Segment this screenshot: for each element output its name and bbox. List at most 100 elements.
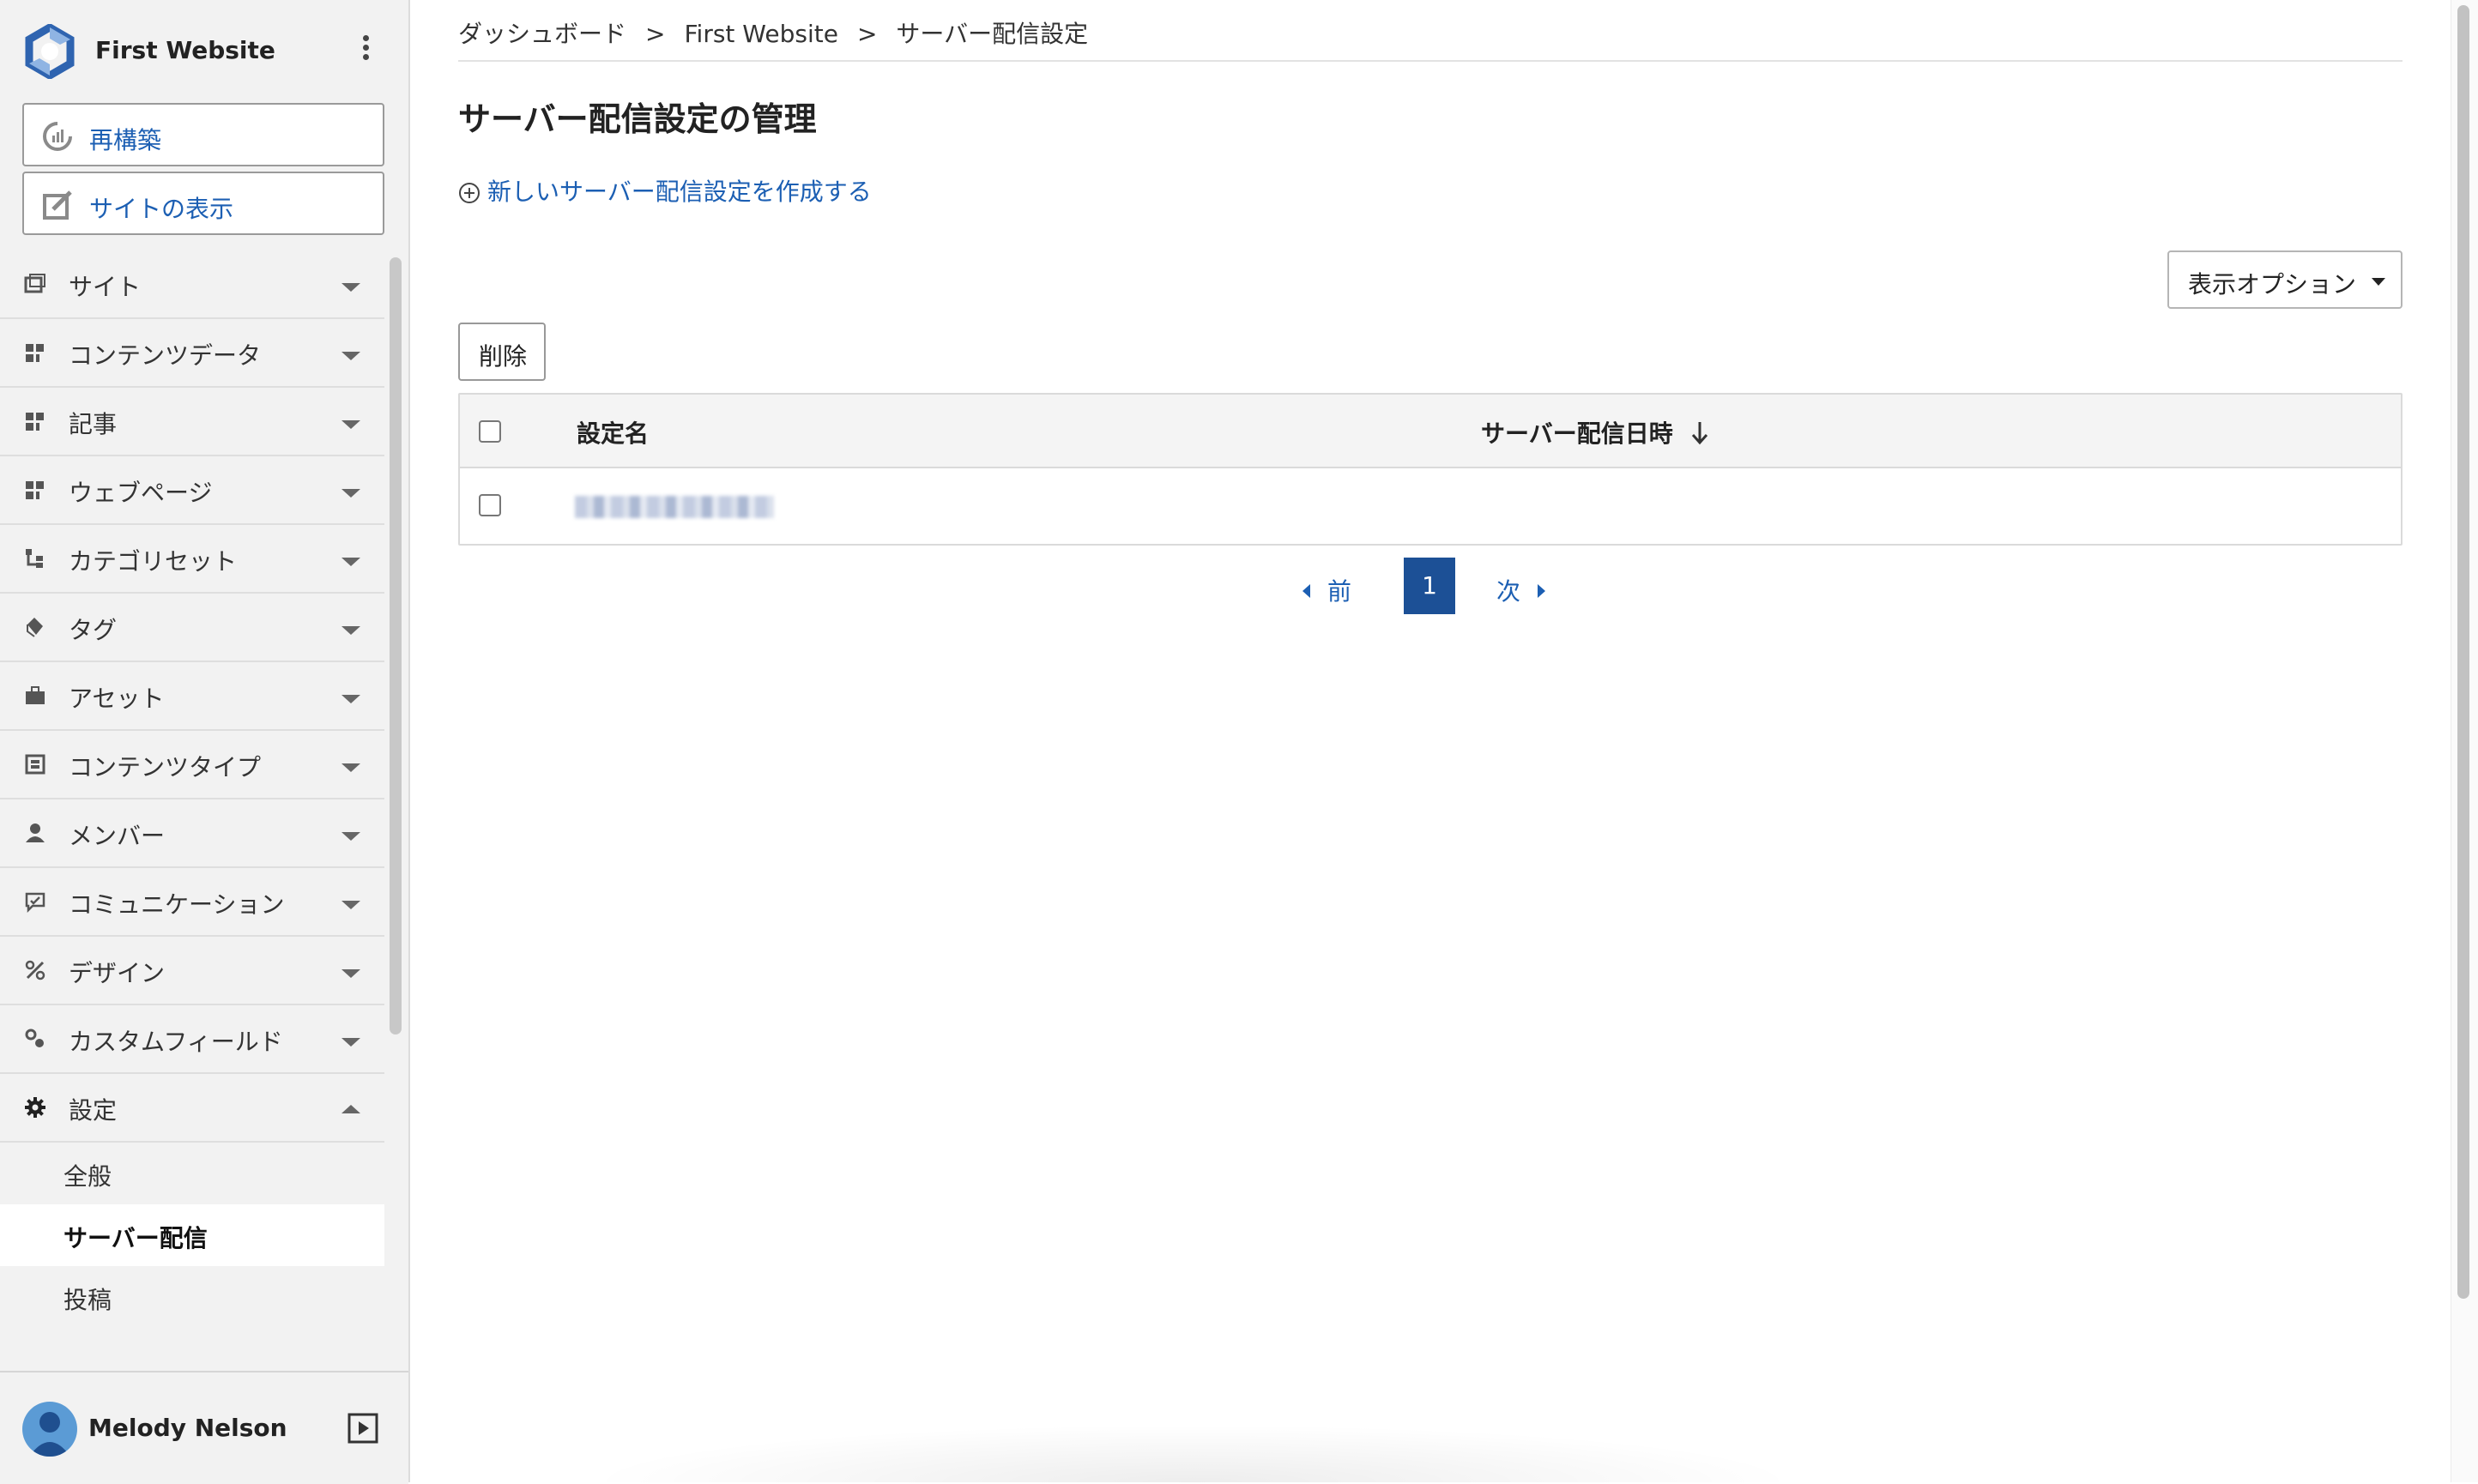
rebuild-label: 再構築	[89, 126, 162, 154]
breadcrumb-site[interactable]: First Website	[684, 20, 837, 48]
webpage-icon	[26, 481, 44, 499]
sidebar-item-label: カテゴリセット	[69, 547, 238, 576]
sidebar-item-category-sets[interactable]: カテゴリセット	[0, 525, 384, 594]
sidebar-item-settings[interactable]: 設定	[0, 1074, 384, 1143]
rebuild-button[interactable]: 再構築	[22, 103, 384, 166]
content-data-icon	[26, 344, 44, 362]
chevron-up-icon	[341, 1105, 360, 1113]
breadcrumb-dashboard[interactable]: ダッシュボード	[458, 15, 626, 50]
sidebar-scrollbar[interactable]	[390, 257, 402, 1035]
sidebar-item-entries[interactable]: 記事	[0, 388, 384, 456]
sidebar-item-label: コンテンツタイプ	[69, 753, 262, 781]
breadcrumb-separator: >	[645, 20, 666, 48]
entry-icon	[26, 413, 44, 431]
column-header-name[interactable]: 設定名	[577, 415, 649, 449]
submenu-item-label: 投稿	[63, 1286, 112, 1314]
sidebar-menu: サイト コンテンツデータ 記事 ウェブページ カテゴリセット タグ アセット コ…	[0, 250, 384, 1328]
chevron-left-icon	[1302, 584, 1310, 598]
arrow-down-icon[interactable]	[1689, 419, 1711, 446]
breadcrumb: ダッシュボード > First Website > サーバー配信設定	[458, 15, 1088, 48]
chevron-down-icon	[341, 626, 360, 635]
sidebar-item-label: コミュニケーション	[69, 890, 285, 919]
sidebar-item-label: デザイン	[69, 959, 166, 987]
footer-shadow	[583, 1424, 1802, 1482]
user-name[interactable]: Melody Nelson	[88, 1414, 287, 1442]
chevron-down-icon	[341, 558, 360, 566]
dropdown-caret-icon	[2372, 278, 2385, 286]
site-name[interactable]: First Website	[95, 36, 275, 64]
view-site-button[interactable]: サイトの表示	[22, 172, 384, 235]
page-title: サーバー配信設定の管理	[458, 100, 817, 138]
category-set-icon	[26, 549, 43, 568]
sidebar-item-custom-fields[interactable]: カスタムフィールド	[0, 1005, 384, 1074]
submenu-item-server-sync[interactable]: サーバー配信	[0, 1204, 384, 1266]
content-type-icon	[25, 754, 45, 775]
chevron-down-icon	[341, 352, 360, 360]
view-site-label: サイトの表示	[89, 195, 234, 223]
member-icon	[26, 823, 45, 842]
chevron-down-icon	[341, 695, 360, 703]
submenu-item-label: 全般	[63, 1162, 112, 1191]
redacted-setting-name-link[interactable]	[575, 496, 774, 518]
next-page-link[interactable]: 次	[1496, 573, 1546, 607]
submenu-item-label: サーバー配信	[63, 1224, 208, 1252]
create-server-sync-link[interactable]: 新しいサーバー配信設定を作成する	[458, 173, 872, 208]
sidebar-item-content-types[interactable]: コンテンツタイプ	[0, 731, 384, 799]
movable-type-logo-icon[interactable]	[22, 24, 77, 79]
custom-field-icon	[25, 1029, 44, 1047]
sidebar-item-communication[interactable]: コミュニケーション	[0, 868, 384, 937]
chevron-down-icon	[341, 1038, 360, 1047]
sidebar-item-content-data[interactable]: コンテンツデータ	[0, 319, 384, 388]
sidebar-item-assets[interactable]: アセット	[0, 662, 384, 731]
display-options-button[interactable]: 表示オプション	[2167, 250, 2402, 309]
sidebar-item-label: コンテンツデータ	[69, 341, 262, 370]
main-scrollbar[interactable]	[2457, 5, 2469, 1299]
sidebar-item-members[interactable]: メンバー	[0, 799, 384, 868]
sidebar-item-label: ウェブページ	[69, 479, 213, 507]
create-link-label: 新しいサーバー配信設定を作成する	[487, 178, 872, 206]
site-menu-kebab-icon[interactable]	[355, 33, 376, 67]
chevron-down-icon	[341, 283, 360, 292]
prev-page-link[interactable]: 前	[1302, 573, 1351, 607]
sidebar: First Website 再構築 サイトの表示 サイト コンテンツデータ 記事…	[0, 0, 410, 1484]
sidebar-item-webpages[interactable]: ウェブページ	[0, 456, 384, 525]
display-options-label: 表示オプション	[2188, 270, 2357, 299]
avatar[interactable]	[22, 1402, 77, 1457]
sidebar-item-tags[interactable]: タグ	[0, 594, 384, 662]
asset-icon	[26, 686, 45, 704]
breadcrumb-separator: >	[856, 20, 878, 48]
tag-icon	[27, 618, 43, 637]
sidebar-item-label: 記事	[69, 410, 118, 438]
sidebar-item-site[interactable]: サイト	[0, 250, 384, 319]
collapse-sidebar-icon[interactable]	[347, 1412, 379, 1445]
sidebar-item-label: カスタムフィールド	[69, 1028, 283, 1056]
sidebar-item-label: サイト	[69, 273, 142, 301]
delete-button[interactable]: 削除	[458, 323, 546, 381]
submenu-item-feedback[interactable]: 投稿	[0, 1266, 384, 1328]
chevron-down-icon	[341, 420, 360, 429]
gear-icon	[25, 1097, 45, 1118]
user-bar: Melody Nelson	[0, 1371, 408, 1484]
sidebar-item-label: 設定	[69, 1096, 118, 1125]
communication-icon	[25, 892, 45, 913]
next-page-label: 次	[1496, 577, 1521, 606]
site-header: First Website	[0, 0, 410, 100]
chevron-down-icon	[341, 901, 360, 909]
row-checkbox[interactable]	[479, 494, 501, 516]
plus-circle-icon	[459, 183, 480, 203]
page-number-current[interactable]: 1	[1404, 558, 1455, 614]
select-all-checkbox[interactable]	[479, 420, 501, 443]
prev-page-label: 前	[1327, 577, 1352, 606]
external-edit-icon	[43, 190, 72, 220]
sidebar-item-design[interactable]: デザイン	[0, 937, 384, 1005]
sidebar-item-label: アセット	[69, 685, 165, 713]
table-row	[460, 468, 2401, 544]
breadcrumb-divider	[458, 60, 2402, 62]
delete-label: 削除	[479, 342, 528, 371]
submenu-item-general[interactable]: 全般	[0, 1143, 384, 1204]
chevron-down-icon	[341, 832, 360, 841]
sidebar-item-label: メンバー	[69, 822, 166, 850]
column-header-sync-date[interactable]: サーバー配信日時	[1481, 415, 1673, 449]
chevron-down-icon	[341, 969, 360, 978]
chevron-down-icon	[341, 489, 360, 498]
